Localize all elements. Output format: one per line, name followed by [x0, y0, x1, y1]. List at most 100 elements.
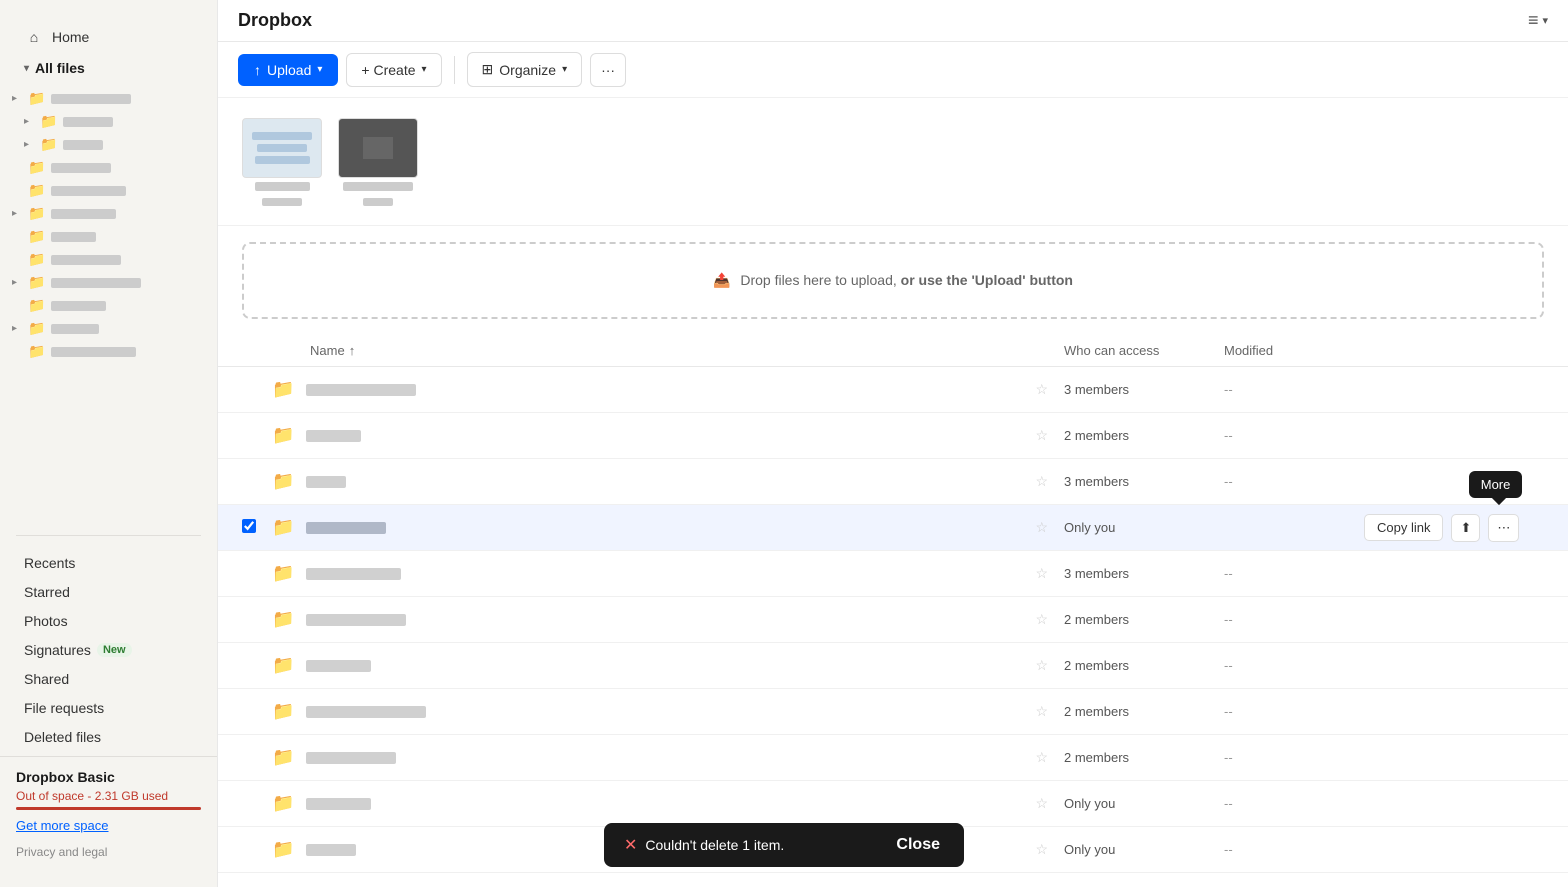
star-icon[interactable]: ☆: [1035, 427, 1048, 444]
more-button[interactable]: ⋯ More: [1488, 514, 1519, 542]
star-icon[interactable]: ☆: [1035, 795, 1048, 812]
sidebar-home-label: Home: [52, 29, 89, 45]
menu-button[interactable]: ≡ ▾: [1528, 10, 1548, 31]
table-row: 📁 ☆ 2 members --: [218, 643, 1568, 689]
star-icon[interactable]: ☆: [1035, 611, 1048, 628]
file-tree-list: ▸📁 ▸📁 ▸📁 📁 📁 ▸📁 📁 📁 ▸📁 📁 ▸📁 📁: [0, 87, 217, 363]
star-icon[interactable]: ☆: [1035, 565, 1048, 582]
modified-cell: --: [1224, 796, 1364, 811]
content-area: 📤 Drop files here to upload, or use the …: [218, 98, 1568, 887]
preview-thumb-1: [242, 118, 322, 209]
drop-zone[interactable]: 📤 Drop files here to upload, or use the …: [242, 242, 1544, 319]
sidebar: ⌂ Home ▾ All files ▸📁 ▸📁 ▸📁 📁 📁 ▸📁 📁 📁 ▸…: [0, 0, 218, 887]
toast-message: Couldn't delete 1 item.: [645, 837, 784, 853]
folder-icon: 📁: [28, 274, 45, 291]
modified-cell: --: [1224, 750, 1364, 765]
sidebar-item-recents[interactable]: Recents: [8, 549, 209, 577]
star-icon[interactable]: ☆: [1035, 381, 1048, 398]
column-header-name[interactable]: Name ↑: [310, 343, 1064, 358]
folder-icon: 📁: [272, 471, 296, 492]
sidebar-item-signatures[interactable]: Signatures New: [8, 636, 209, 664]
file-rows-container: 📁 ☆ 3 members -- 📁 ☆ 2 members -- 📁: [218, 367, 1568, 887]
list-item[interactable]: 📁: [4, 340, 213, 363]
list-item[interactable]: 📁: [4, 179, 213, 202]
folder-icon: 📁: [28, 205, 45, 222]
star-icon[interactable]: ☆: [1035, 473, 1048, 490]
recents-label: Recents: [24, 555, 75, 571]
folder-icon: 📁: [272, 609, 296, 630]
list-item[interactable]: ▸📁: [4, 133, 213, 156]
sidebar-item-all-files[interactable]: ▾ All files: [8, 54, 209, 82]
organize-button[interactable]: ⊞ Organize ▾: [467, 52, 583, 87]
get-more-space-link[interactable]: Get more space: [16, 818, 201, 833]
more-actions-label: ···: [601, 62, 615, 78]
folder-icon: 📁: [28, 159, 45, 176]
upload-chevron-icon: ▾: [317, 64, 322, 75]
modified-cell: --: [1224, 382, 1364, 397]
sidebar-item-photos[interactable]: Photos: [8, 607, 209, 635]
list-item[interactable]: ▸📁: [4, 271, 213, 294]
name-header-label: Name: [310, 343, 345, 358]
sidebar-account-info: Dropbox Basic Out of space - 2.31 GB use…: [0, 756, 217, 871]
actions-cell: Copy link ⬆ ⋯ More: [1364, 514, 1544, 542]
copy-link-button[interactable]: Copy link: [1364, 514, 1443, 541]
list-item[interactable]: ▸📁: [4, 87, 213, 110]
upload-label: Upload: [267, 62, 311, 78]
toolbar: ↑ Upload ▾ + Create ▾ ⊞ Organize ▾ ···: [218, 42, 1568, 98]
hamburger-icon: ≡: [1528, 10, 1539, 31]
star-icon[interactable]: ☆: [1035, 841, 1048, 858]
sidebar-item-home[interactable]: ⌂ Home: [8, 21, 209, 53]
star-icon[interactable]: ☆: [1035, 749, 1048, 766]
sidebar-all-files-label: All files: [35, 60, 85, 76]
folder-icon: 📁: [272, 793, 296, 814]
upload-button[interactable]: ↑ Upload ▾: [238, 54, 338, 86]
toolbar-divider: [454, 56, 455, 84]
folder-icon: 📁: [272, 701, 296, 722]
list-item[interactable]: 📁: [4, 248, 213, 271]
list-item[interactable]: 📁: [4, 156, 213, 179]
table-row: 📁 ☆ 3 members --: [218, 459, 1568, 505]
sidebar-item-shared[interactable]: Shared: [8, 665, 209, 693]
folder-icon: 📁: [40, 113, 57, 130]
star-icon[interactable]: ☆: [1035, 519, 1048, 536]
folder-icon: 📁: [40, 136, 57, 153]
row-checkbox[interactable]: [242, 519, 256, 533]
thumb-name-2: [343, 182, 413, 194]
list-item[interactable]: 📁: [4, 294, 213, 317]
signatures-label: Signatures: [24, 642, 91, 658]
folder-icon: 📁: [272, 425, 296, 446]
access-cell: 2 members: [1064, 612, 1224, 627]
folder-icon: 📁: [28, 90, 45, 107]
star-icon[interactable]: ☆: [1035, 703, 1048, 720]
sidebar-item-deleted-files[interactable]: Deleted files: [8, 723, 209, 751]
file-name-cell: [306, 522, 1035, 534]
list-item[interactable]: 📁: [4, 225, 213, 248]
share-icon: ⬆: [1460, 520, 1471, 535]
folder-icon: 📁: [272, 747, 296, 768]
folder-icon: 📁: [272, 517, 296, 538]
list-item[interactable]: ▸📁: [4, 317, 213, 340]
list-item[interactable]: ▸📁: [4, 110, 213, 133]
create-chevron-icon: ▾: [422, 64, 427, 75]
upload-zone-icon: 📤: [713, 272, 730, 288]
toast-close-button[interactable]: Close: [892, 836, 944, 854]
folder-icon: 📁: [272, 839, 296, 860]
star-icon[interactable]: ☆: [1035, 657, 1048, 674]
expand-icon: ▸: [24, 139, 36, 150]
modified-cell: --: [1224, 704, 1364, 719]
file-name-cell: [306, 752, 1035, 764]
expand-icon: ▸: [12, 93, 24, 104]
toast-content: ✕ Couldn't delete 1 item.: [624, 835, 784, 855]
create-button[interactable]: + Create ▾: [346, 53, 441, 87]
folder-icon: 📁: [28, 182, 45, 199]
more-actions-button[interactable]: ···: [590, 53, 626, 87]
share-button[interactable]: ⬆: [1451, 514, 1480, 542]
list-item[interactable]: ▸📁: [4, 202, 213, 225]
sidebar-item-file-requests[interactable]: File requests: [8, 694, 209, 722]
thumb-name-1: [255, 182, 310, 194]
privacy-legal-link[interactable]: Privacy and legal: [16, 845, 201, 859]
sidebar-item-starred[interactable]: Starred: [8, 578, 209, 606]
access-cell: 3 members: [1064, 382, 1224, 397]
photos-label: Photos: [24, 613, 68, 629]
access-cell: 2 members: [1064, 428, 1224, 443]
